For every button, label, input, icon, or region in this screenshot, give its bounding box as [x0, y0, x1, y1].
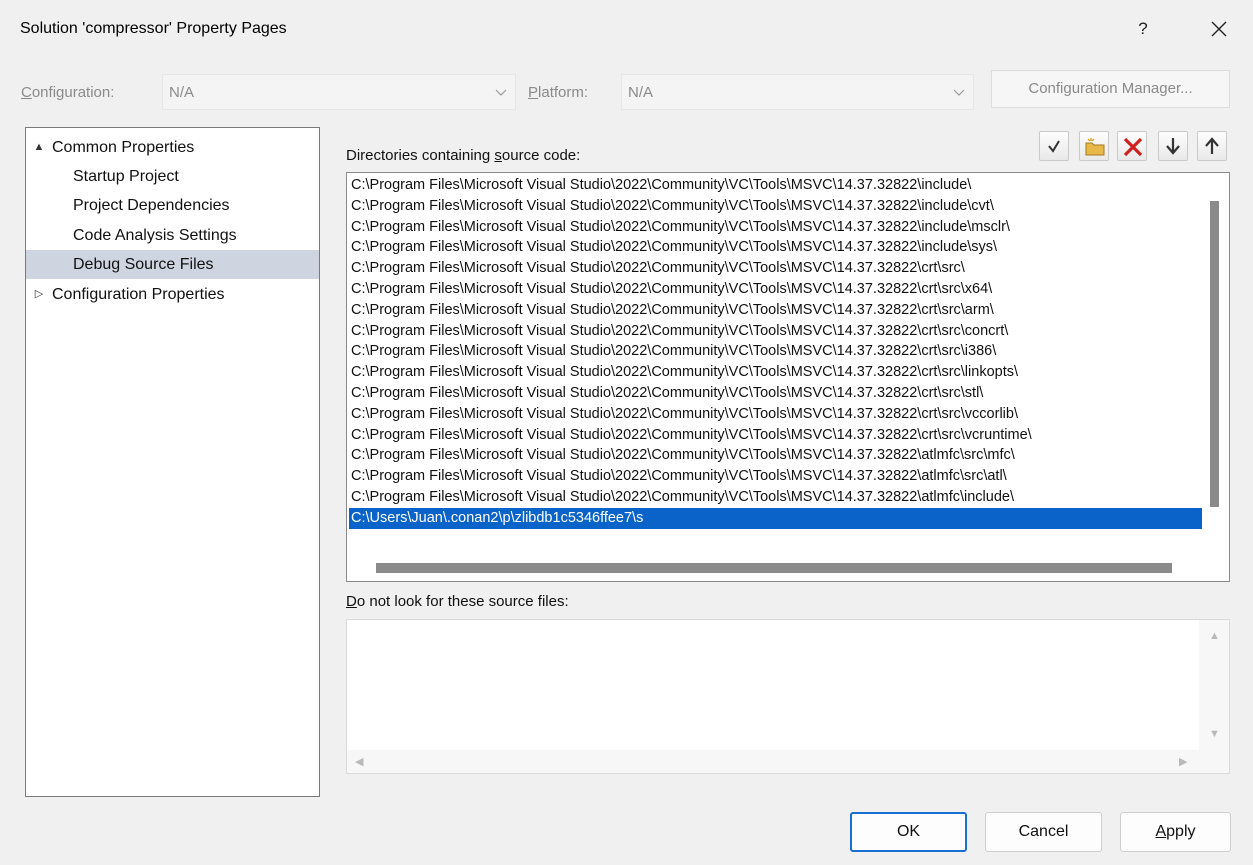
- horizontal-scrollbar-thumb[interactable]: [376, 563, 1172, 573]
- platform-dropdown[interactable]: N/A: [621, 74, 974, 110]
- vertical-scrollbar[interactable]: ▲ ▼: [1199, 620, 1229, 750]
- configuration-dropdown[interactable]: N/A: [162, 74, 516, 110]
- tree-item-configuration-properties[interactable]: ▷ Configuration Properties: [26, 280, 319, 309]
- platform-value: N/A: [628, 84, 654, 101]
- delete-icon: [1123, 137, 1143, 157]
- directory-list-item[interactable]: C:\Program Files\Microsoft Visual Studio…: [349, 279, 1202, 300]
- tree-item-project-dependencies[interactable]: Project Dependencies: [26, 191, 319, 220]
- configuration-manager-button[interactable]: Configuration Manager...: [991, 70, 1230, 108]
- close-button[interactable]: [1202, 12, 1236, 46]
- new-folder-icon: [1085, 138, 1105, 156]
- tree-item-code-analysis-settings[interactable]: Code Analysis Settings: [26, 221, 319, 250]
- check-button[interactable]: [1039, 131, 1069, 161]
- directory-list-item[interactable]: C:\Program Files\Microsoft Visual Studio…: [349, 383, 1202, 404]
- vertical-scrollbar-thumb[interactable]: [1210, 201, 1219, 507]
- delete-button[interactable]: [1117, 131, 1147, 161]
- excluded-files-list[interactable]: ▲ ▼ ◀ ▶: [346, 619, 1230, 774]
- title-bar: Solution 'compressor' Property Pages ?: [0, 0, 1253, 60]
- configuration-label: Configuration:: [21, 84, 115, 101]
- tree-item-label: Startup Project: [73, 168, 179, 185]
- cancel-button[interactable]: Cancel: [985, 812, 1102, 852]
- directory-list-item[interactable]: C:\Program Files\Microsoft Visual Studio…: [349, 175, 1202, 196]
- directory-list-item[interactable]: C:\Program Files\Microsoft Visual Studio…: [349, 362, 1202, 383]
- scroll-right-icon[interactable]: ▶: [1179, 755, 1187, 768]
- directory-list-item[interactable]: C:\Program Files\Microsoft Visual Studio…: [349, 445, 1202, 466]
- directory-list-item[interactable]: C:\Users\Juan\.conan2\p\zlibdb1c5346ffee…: [349, 507, 1202, 529]
- expand-arrow-icon[interactable]: ▷: [31, 280, 47, 309]
- configuration-value: N/A: [169, 84, 195, 101]
- property-tree: ▲ Common Properties Startup Project Proj…: [25, 127, 320, 797]
- directory-list-item[interactable]: C:\Program Files\Microsoft Visual Studio…: [349, 404, 1202, 425]
- tree-item-label: Debug Source Files: [73, 256, 214, 273]
- directory-list-item[interactable]: C:\Program Files\Microsoft Visual Studio…: [349, 300, 1202, 321]
- tree-item-label: Common Properties: [52, 139, 195, 156]
- directory-list-item[interactable]: C:\Program Files\Microsoft Visual Studio…: [349, 425, 1202, 446]
- scroll-down-icon[interactable]: ▼: [1209, 728, 1220, 740]
- excluded-files-label: Do not look for these source files:: [346, 593, 569, 610]
- chevron-down-icon: [953, 89, 965, 96]
- tree-item-label: Configuration Properties: [52, 286, 225, 303]
- tree-item-startup-project[interactable]: Startup Project: [26, 162, 319, 191]
- directory-list-item[interactable]: C:\Program Files\Microsoft Visual Studio…: [349, 487, 1202, 508]
- move-down-button[interactable]: [1158, 131, 1188, 161]
- move-up-button[interactable]: [1197, 131, 1227, 161]
- tree-item-label: Code Analysis Settings: [73, 227, 237, 244]
- ok-button[interactable]: OK: [850, 812, 967, 852]
- source-directories-list[interactable]: C:\Program Files\Microsoft Visual Studio…: [346, 172, 1230, 582]
- tree-item-label: Project Dependencies: [73, 197, 230, 214]
- tree-item-debug-source-files[interactable]: Debug Source Files: [26, 250, 319, 279]
- directory-list-item[interactable]: C:\Program Files\Microsoft Visual Studio…: [349, 217, 1202, 238]
- directory-list-item[interactable]: C:\Program Files\Microsoft Visual Studio…: [349, 196, 1202, 217]
- scroll-up-icon[interactable]: ▲: [1209, 630, 1220, 642]
- close-icon: [1211, 21, 1227, 37]
- directory-list-item[interactable]: C:\Program Files\Microsoft Visual Studio…: [349, 341, 1202, 362]
- directory-list-item[interactable]: C:\Program Files\Microsoft Visual Studio…: [349, 321, 1202, 342]
- scroll-left-icon[interactable]: ◀: [355, 755, 363, 768]
- horizontal-scrollbar[interactable]: ◀ ▶: [347, 750, 1199, 773]
- directory-list-item[interactable]: C:\Program Files\Microsoft Visual Studio…: [349, 258, 1202, 279]
- help-button[interactable]: ?: [1128, 12, 1158, 46]
- move-down-icon: [1166, 138, 1180, 155]
- expand-arrow-icon[interactable]: ▲: [31, 133, 47, 162]
- move-up-icon: [1205, 137, 1219, 154]
- tree-item-common-properties[interactable]: ▲ Common Properties: [26, 133, 319, 162]
- checkmark-icon: [1048, 140, 1060, 153]
- new-folder-button[interactable]: [1079, 131, 1109, 161]
- directory-list-item[interactable]: C:\Program Files\Microsoft Visual Studio…: [349, 237, 1202, 258]
- scrollbar-corner: [1199, 750, 1229, 773]
- source-directories-label: Directories containing source code:: [346, 147, 581, 164]
- window-title: Solution 'compressor' Property Pages: [20, 20, 287, 37]
- apply-button[interactable]: Apply: [1120, 812, 1231, 852]
- chevron-down-icon: [495, 89, 507, 96]
- directory-list-item[interactable]: C:\Program Files\Microsoft Visual Studio…: [349, 466, 1202, 487]
- platform-label: Platform:: [528, 84, 589, 101]
